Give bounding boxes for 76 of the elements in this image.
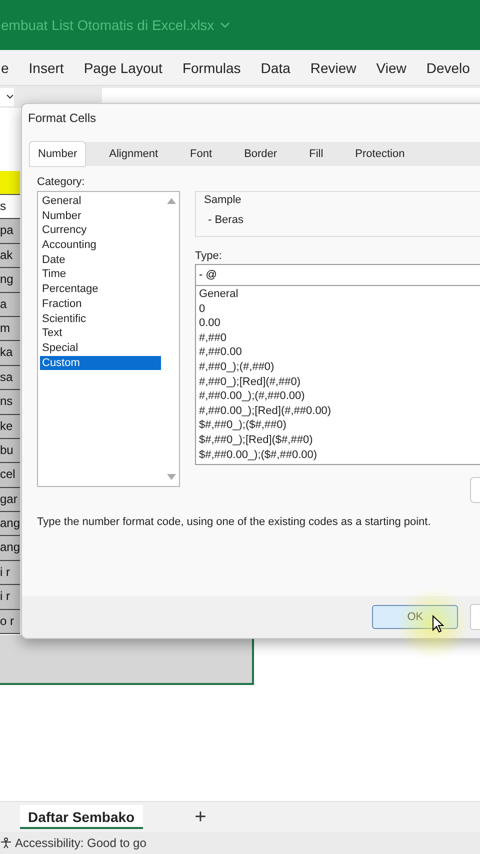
category-item[interactable]: Currency (40, 223, 161, 238)
dialog-tab[interactable]: Alignment (101, 142, 166, 166)
category-label: Category: (37, 176, 86, 188)
ribbon-tab[interactable]: Insert (28, 60, 64, 76)
table-cell: a (0, 292, 20, 317)
chevron-down-icon[interactable] (6, 94, 14, 100)
table-cell: i r (0, 585, 20, 610)
format-code-item[interactable]: #,##0.00 (199, 345, 480, 360)
category-list[interactable]: General Number Currency Accounting Date Time Percentage Fraction Scientific Text Special Custom (37, 191, 180, 487)
table-cell: bu (0, 438, 20, 464)
dialog-tab[interactable]: Protection (347, 142, 413, 166)
type-field[interactable]: - @ (195, 264, 480, 286)
category-item[interactable]: Date (40, 252, 161, 268)
table-cell: ke (0, 414, 20, 439)
category-item[interactable]: Text (40, 326, 161, 341)
sample-label: Sample (204, 194, 242, 206)
scroll-up-icon[interactable] (166, 198, 176, 204)
dialog-title: Format Cells (28, 111, 96, 125)
category-item[interactable]: Special (40, 340, 161, 356)
table-cell: ng (0, 268, 20, 293)
category-item[interactable]: Accounting (40, 238, 161, 253)
name-box[interactable] (0, 88, 14, 106)
table-cell: cel (0, 463, 20, 488)
format-code-list[interactable]: General 0 0.00 #,##0 #,##0.00 #,##0_);(#,##0) #,##0_);[Red](#,##0) #,##0.00_);(#,##0.00) #,##0.00_);[Red](#,##0.00) $#,##0_);($#,##0) $#,##0_);[Red]($#,##0) $#,##0.00_);($#,##0.00) (195, 286, 480, 465)
category-item[interactable]: Custom (40, 356, 161, 370)
format-code-item[interactable]: $#,##0_);($#,##0) (199, 418, 480, 433)
format-code-item[interactable]: #,##0.00_);[Red](#,##0.00) (199, 404, 480, 418)
table-cell: pa (0, 219, 20, 244)
type-label: Type: (195, 250, 223, 262)
ribbon-tab[interactable]: Develo (426, 60, 470, 76)
category-item[interactable]: General (40, 194, 161, 209)
format-code-item[interactable]: #,##0.00_);(#,##0.00) (199, 389, 480, 404)
ribbon-tab[interactable]: View (376, 60, 406, 76)
scroll-down-icon[interactable] (166, 474, 176, 480)
format-code-item[interactable]: #,##0_);(#,##0) (199, 360, 480, 375)
format-code-item[interactable]: 0.00 (199, 316, 480, 331)
dialog-tab[interactable]: Fill (301, 142, 332, 166)
cursor-icon (432, 615, 444, 633)
dialog-tab[interactable]: Font (182, 142, 220, 166)
table-cell: ang (0, 512, 20, 536)
dialog-tab[interactable]: Number (30, 142, 86, 166)
sheet-tab[interactable]: Daftar Sembako (20, 805, 143, 829)
add-sheet-button[interactable]: + (190, 806, 210, 828)
format-code-item[interactable]: General (199, 287, 480, 302)
category-item[interactable]: Scientific (40, 312, 161, 326)
header-cell (0, 171, 20, 195)
table-cell: i r (0, 560, 20, 586)
accessibility-icon (0, 837, 12, 849)
format-code-item[interactable]: 0 (199, 302, 480, 316)
table-cell: ang (0, 536, 20, 561)
table-cell: ka (0, 341, 20, 366)
dialog-tab[interactable]: Border (236, 142, 286, 166)
description-text: Type the number format code, using one of the existing codes as a starting point. (37, 516, 432, 528)
ribbon-tab[interactable]: Review (310, 60, 356, 76)
ribbon-tab[interactable]: Formulas (182, 60, 241, 76)
table-cell: gar (0, 488, 20, 512)
ribbon-tab[interactable]: Data (260, 60, 290, 76)
format-code-item[interactable]: #,##0_);[Red](#,##0) (199, 374, 480, 390)
category-item[interactable]: Number (40, 208, 161, 224)
format-code-item[interactable]: $#,##0_);[Red]($#,##0) (199, 432, 480, 448)
file-name: embuat List Otomatis di Excel.xlsx (1, 17, 214, 33)
ribbon-tab[interactable]: Page Layout (84, 60, 162, 76)
table-cell: ns (0, 390, 20, 415)
category-item[interactable]: Fraction (40, 296, 161, 312)
category-item[interactable]: Time (40, 267, 161, 282)
table-cell: ak (0, 244, 20, 268)
accessibility-status: Accessibility: Good to go (15, 836, 146, 850)
format-code-item[interactable]: $#,##0.00_);($#,##0.00) (199, 448, 480, 462)
ribbon-tab[interactable]: e (1, 60, 9, 76)
sample-value: - Beras (207, 214, 244, 226)
table-cell: o r (0, 610, 20, 634)
ok-button[interactable]: OK (372, 605, 458, 629)
table-cell: m (0, 316, 20, 342)
table-cell: sa (0, 366, 20, 390)
category-item[interactable]: Percentage (40, 282, 161, 297)
format-code-item[interactable]: #,##0 (199, 330, 480, 346)
